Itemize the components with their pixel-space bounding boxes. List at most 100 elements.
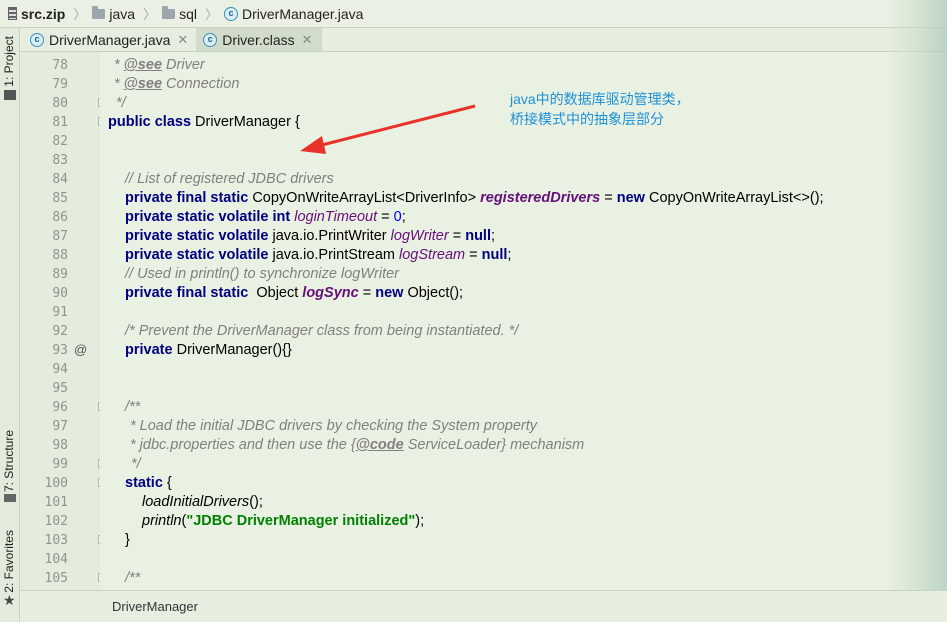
editor-gutter[interactable]: 78 79 80 81 82 83 84 85 86 87 88 89 90 9… — [20, 52, 107, 590]
tab-label: DriverManager.java — [49, 31, 171, 48]
line-number: 102 — [44, 514, 68, 529]
code-line-80: */ — [116, 95, 126, 111]
code-text: Connection — [162, 76, 240, 92]
keyword: new — [616, 190, 645, 206]
field-name: logStream — [399, 247, 466, 263]
code-editor[interactable]: * @see Driver * @see Connection */ publi… — [100, 52, 947, 590]
structure-tool-button[interactable]: 7: Structure — [2, 430, 16, 492]
close-icon[interactable]: ✕ — [302, 32, 313, 48]
line-number: 88 — [52, 248, 68, 263]
code-line-86: private static volatile int loginTimeout… — [125, 208, 406, 227]
keyword: new — [375, 285, 404, 301]
javadoc-tag: @see — [123, 57, 163, 73]
breadcrumb-label: DriverManager.java — [242, 5, 364, 22]
line-number: 99 — [52, 457, 68, 472]
keyword: private static volatile — [125, 228, 269, 244]
breadcrumb: src.zip 〉 java 〉 sql 〉 c DriverManager.j… — [0, 0, 947, 28]
keyword: public class — [108, 114, 192, 130]
close-icon[interactable]: ✕ — [177, 32, 188, 48]
code-line-79: * @see Connection — [114, 76, 240, 92]
code-line-96: /** — [125, 399, 141, 415]
folder-icon — [92, 5, 106, 19]
line-number: 91 — [52, 305, 68, 320]
code-line-88: private static volatile java.io.PrintStr… — [125, 246, 511, 265]
tab-drivermanager-java[interactable]: c DriverManager.java ✕ — [24, 28, 198, 51]
code-text: = — [600, 190, 617, 206]
structure-icon — [4, 494, 16, 502]
code-text: * jdbc.properties and then use the { — [130, 437, 356, 453]
line-number: 93 — [52, 343, 68, 358]
star-icon: ★ — [3, 592, 16, 608]
keyword: private final static — [125, 285, 249, 301]
class-icon: c — [30, 32, 44, 47]
zip-archive-icon — [8, 7, 17, 20]
code-text: java.io.PrintStream — [268, 247, 400, 263]
line-number: 79 — [52, 77, 68, 92]
breadcrumb-label: src.zip — [21, 5, 66, 22]
code-line-92: /* Prevent the DriverManager class from … — [125, 323, 519, 339]
line-number: 84 — [52, 172, 68, 187]
javadoc-tag: @see — [123, 76, 163, 92]
keyword: static — [125, 475, 163, 491]
keyword: null — [481, 247, 508, 263]
code-line-85: private final static CopyOnWriteArrayLis… — [125, 189, 824, 208]
line-number: 104 — [44, 552, 68, 567]
field-name: logWriter — [390, 228, 449, 244]
breadcrumb-item-sql[interactable]: sql 〉 — [162, 4, 224, 23]
code-line-78: * @see Driver — [114, 57, 205, 73]
chevron-right-icon: 〉 — [73, 7, 87, 22]
line-number: 96 — [52, 400, 68, 415]
method-call: loadInitialDrivers — [142, 494, 250, 510]
code-text: ); — [415, 513, 425, 529]
code-text: = — [465, 247, 482, 263]
code-text: ServiceLoader} mechanism — [403, 437, 585, 453]
code-line-101: loadInitialDrivers(); — [142, 493, 263, 512]
field-name: registeredDrivers — [480, 190, 601, 206]
annotation-line: java中的数据库驱动管理类， — [510, 91, 690, 107]
line-number: 86 — [52, 210, 68, 225]
code-line-93: private DriverManager(){} — [125, 341, 292, 360]
project-tool-button[interactable]: 1: Project — [2, 36, 16, 87]
folder-icon — [162, 5, 176, 19]
keyword: private static volatile int — [125, 209, 291, 225]
tab-driver-class[interactable]: c Driver.class ✕ — [197, 28, 322, 51]
status-bar: DriverManager — [20, 590, 947, 622]
line-number: 94 — [52, 362, 68, 377]
editor-tabs: c DriverManager.java ✕ c Driver.class ✕ — [20, 28, 947, 52]
code-line-87: private static volatile java.io.PrintWri… — [125, 227, 495, 246]
line-number: 98 — [52, 438, 68, 453]
class-icon: c — [203, 32, 218, 47]
code-line-97: * Load the initial JDBC drivers by check… — [130, 418, 537, 434]
status-breadcrumb[interactable]: DriverManager — [112, 599, 198, 614]
tab-label: Driver.class — [222, 31, 295, 48]
class-icon: c — [224, 6, 238, 21]
breadcrumb-item-src-zip[interactable]: src.zip 〉 — [8, 4, 92, 23]
code-text: = — [358, 285, 376, 301]
number-literal: 0 — [393, 209, 402, 225]
annotation-line: 桥接模式中的抽象层部分 — [510, 111, 664, 127]
breadcrumb-item-file[interactable]: c DriverManager.java — [224, 6, 363, 22]
line-number: 97 — [52, 419, 68, 434]
keyword: private final static — [125, 190, 249, 206]
code-text: Object — [248, 285, 303, 301]
code-text: Object(); — [403, 285, 464, 301]
code-text: DriverManager { — [191, 114, 300, 130]
line-number: 92 — [52, 324, 68, 339]
method-call: println — [142, 513, 182, 529]
code-text: DriverManager(){} — [172, 342, 292, 358]
breadcrumb-label: sql — [179, 5, 197, 22]
keyword: private — [125, 342, 173, 358]
breadcrumb-item-java[interactable]: java 〉 — [92, 4, 162, 23]
line-number: 89 — [52, 267, 68, 282]
code-line-99: */ — [131, 456, 141, 472]
code-text: java.io.PrintWriter — [268, 228, 391, 244]
code-text: = — [377, 209, 394, 225]
line-number: 78 — [52, 58, 68, 73]
chevron-right-icon: 〉 — [204, 7, 218, 22]
override-marker-icon[interactable]: @ — [74, 342, 87, 357]
line-number: 83 — [52, 153, 68, 168]
line-number: 105 — [44, 571, 68, 586]
code-line-102: println("JDBC DriverManager initialized"… — [142, 512, 424, 531]
favorites-tool-button[interactable]: 2: Favorites — [2, 530, 16, 593]
line-number: 90 — [52, 286, 68, 301]
